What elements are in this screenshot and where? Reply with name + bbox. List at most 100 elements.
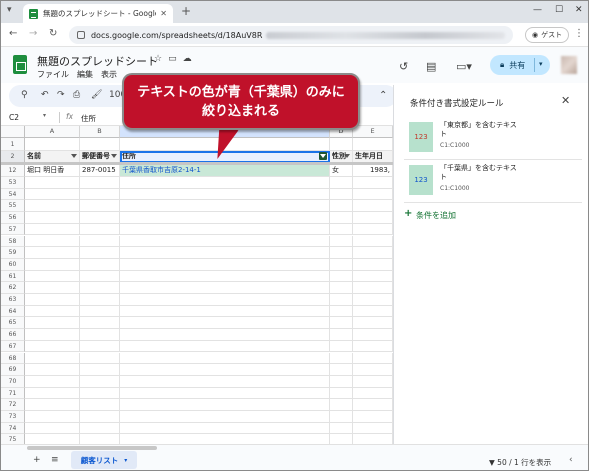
cell[interactable]: [353, 282, 393, 294]
cell[interactable]: [330, 282, 353, 294]
window-close-icon[interactable]: ✕: [575, 5, 583, 15]
cell[interactable]: [80, 422, 120, 435]
format-rule-item[interactable]: 123 「千葉県」を含むテキスト C1:C1000: [404, 161, 582, 201]
doc-title[interactable]: 無題のスプレッドシート: [37, 53, 158, 69]
cell[interactable]: [330, 177, 353, 189]
row-header[interactable]: 69: [1, 364, 25, 376]
sheet-tab-dropdown-icon[interactable]: ▾: [124, 457, 127, 464]
filter-icon[interactable]: [111, 154, 117, 159]
all-sheets-icon[interactable]: ≡: [51, 455, 59, 465]
tab-close-icon[interactable]: ✕: [160, 9, 167, 18]
cell[interactable]: [120, 282, 330, 294]
cell[interactable]: [330, 375, 353, 388]
cell[interactable]: [80, 177, 120, 189]
cell[interactable]: [353, 235, 393, 248]
row-header-1[interactable]: 1: [1, 138, 25, 151]
cell[interactable]: [330, 188, 353, 201]
reload-icon[interactable]: ↻: [49, 28, 57, 39]
cell[interactable]: [80, 188, 120, 201]
row-header[interactable]: 75: [1, 434, 25, 444]
cell[interactable]: [353, 138, 393, 151]
redo-icon[interactable]: ↷: [57, 90, 65, 100]
cell[interactable]: [353, 223, 393, 236]
row-header[interactable]: 72: [1, 399, 25, 411]
cell[interactable]: [25, 294, 80, 306]
cell[interactable]: [353, 352, 393, 365]
cell[interactable]: [330, 258, 353, 271]
cell[interactable]: [25, 317, 80, 330]
cell[interactable]: [120, 188, 330, 201]
formula-input[interactable]: 住所: [81, 113, 96, 124]
row-header[interactable]: 60: [1, 258, 25, 271]
panel-close-icon[interactable]: ✕: [561, 94, 570, 107]
star-icon[interactable]: ☆: [154, 54, 168, 64]
cell[interactable]: [353, 247, 393, 259]
cell[interactable]: [25, 375, 80, 388]
cell[interactable]: [353, 422, 393, 435]
cell[interactable]: [353, 329, 393, 341]
move-folder-icon[interactable]: ▭: [168, 54, 183, 64]
toolbar-collapse-icon[interactable]: ⌃: [379, 90, 387, 101]
cell[interactable]: [120, 177, 330, 189]
cell[interactable]: [80, 235, 120, 248]
cell[interactable]: [330, 223, 353, 236]
cell[interactable]: [330, 411, 353, 423]
cell[interactable]: [25, 270, 80, 283]
cell[interactable]: [353, 200, 393, 213]
cell[interactable]: [353, 434, 393, 444]
filter-icon[interactable]: [344, 154, 350, 159]
filter-icon[interactable]: [71, 154, 77, 159]
cell[interactable]: [25, 200, 80, 213]
search-menus-icon[interactable]: ⚲: [21, 90, 28, 100]
sheets-logo-icon[interactable]: [13, 55, 27, 74]
cell[interactable]: [353, 212, 393, 224]
cell[interactable]: [120, 294, 330, 306]
row-header[interactable]: 67: [1, 340, 25, 353]
cell[interactable]: [120, 387, 330, 400]
print-icon[interactable]: ⎙: [73, 90, 80, 100]
cell[interactable]: [80, 294, 120, 306]
row-header[interactable]: 70: [1, 375, 25, 388]
row-header[interactable]: 74: [1, 422, 25, 435]
cell[interactable]: [80, 387, 120, 400]
cell[interactable]: [120, 434, 330, 444]
url-input[interactable]: docs.google.com/spreadsheets/d/18AuV8R: [69, 26, 513, 44]
cell[interactable]: [25, 399, 80, 411]
cell[interactable]: [120, 399, 330, 411]
row-header[interactable]: 54: [1, 188, 25, 201]
cell[interactable]: [330, 294, 353, 306]
row-header[interactable]: 73: [1, 411, 25, 423]
menu-file[interactable]: ファイル: [37, 69, 69, 80]
history-icon[interactable]: ↺: [399, 60, 408, 73]
cell[interactable]: [330, 352, 353, 365]
row-header-12[interactable]: 12: [1, 165, 25, 177]
cell[interactable]: [25, 305, 80, 318]
cell[interactable]: [80, 375, 120, 388]
minimize-icon[interactable]: —: [533, 5, 542, 15]
cell-gender[interactable]: 女: [330, 165, 353, 177]
select-all-corner[interactable]: [1, 126, 25, 138]
cell[interactable]: [330, 364, 353, 376]
guest-profile-button[interactable]: ◉ ゲスト: [525, 27, 570, 43]
cell[interactable]: [330, 212, 353, 224]
row-header[interactable]: 61: [1, 270, 25, 283]
column-header-e[interactable]: E: [353, 126, 393, 138]
back-icon[interactable]: ←: [9, 28, 17, 39]
cell[interactable]: [120, 270, 330, 283]
cell[interactable]: [80, 138, 120, 151]
cell[interactable]: [25, 223, 80, 236]
undo-icon[interactable]: ↶: [41, 90, 49, 100]
cell-postal[interactable]: 287-0015: [80, 165, 120, 177]
meet-icon[interactable]: ▭▾: [456, 60, 472, 73]
cell[interactable]: [80, 329, 120, 341]
cell[interactable]: [25, 247, 80, 259]
forward-icon[interactable]: →: [29, 28, 37, 39]
cell[interactable]: [120, 247, 330, 259]
row-header[interactable]: 66: [1, 329, 25, 341]
cell[interactable]: [330, 422, 353, 435]
cell[interactable]: [80, 317, 120, 330]
cell[interactable]: [25, 352, 80, 365]
cell[interactable]: [25, 235, 80, 248]
cell[interactable]: [25, 411, 80, 423]
row-header[interactable]: 64: [1, 305, 25, 318]
